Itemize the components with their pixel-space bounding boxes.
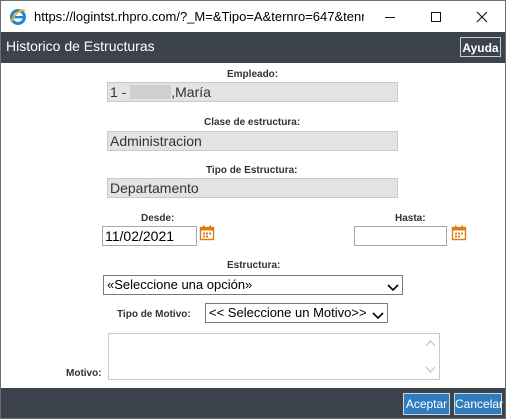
tipo-estructura-field: Departamento	[107, 178, 398, 198]
tipo-estructura-label: Tipo de Estructura:	[206, 165, 298, 176]
empleado-prefix: 1 -	[110, 84, 127, 100]
redacted-name	[130, 85, 172, 99]
form-area: Empleado: 1 - ,María Clase de estructura…	[1, 63, 505, 388]
motivo-label: Motivo:	[66, 368, 102, 379]
motivo-textarea[interactable]	[108, 333, 440, 380]
textarea-scrollbar[interactable]	[422, 334, 439, 379]
tipo-motivo-selected: << Seleccione un Motivo>>	[209, 305, 367, 320]
tipo-motivo-select[interactable]: << Seleccione un Motivo>>	[205, 303, 388, 323]
desde-label: Desde:	[141, 213, 175, 224]
accept-button[interactable]: Aceptar	[403, 393, 450, 415]
tipo-motivo-label: Tipo de Motivo:	[117, 309, 191, 320]
desde-input[interactable]: 11/02/2021	[102, 226, 197, 246]
clase-field: Administracion	[107, 131, 398, 151]
chevron-down-icon	[387, 280, 399, 292]
clase-label: Clase de estructura:	[204, 117, 301, 128]
estructura-label: Estructura:	[227, 260, 281, 271]
title-bar: https://logintst.rhpro.com/?_M=&Tipo=A&t…	[1, 1, 505, 32]
estructura-selected: «Seleccione una opción»	[107, 277, 253, 292]
dialog-window: https://logintst.rhpro.com/?_M=&Tipo=A&t…	[0, 0, 506, 419]
empleado-label: Empleado:	[227, 69, 279, 80]
calendar-icon[interactable]	[451, 225, 467, 241]
empleado-name: ,María	[171, 84, 211, 100]
hasta-label: Hasta:	[395, 213, 426, 224]
hasta-input[interactable]	[354, 226, 447, 246]
maximize-icon[interactable]	[413, 1, 459, 32]
close-icon[interactable]	[459, 1, 505, 32]
empleado-field: 1 - ,María	[107, 82, 398, 102]
cancel-button[interactable]: Cancelar	[454, 393, 503, 415]
page-title: Historico de Estructuras	[6, 38, 155, 54]
page-header: Historico de Estructuras Ayuda	[1, 32, 505, 63]
window-url: https://logintst.rhpro.com/?_M=&Tipo=A&t…	[34, 9, 364, 24]
calendar-icon[interactable]	[199, 225, 215, 241]
chevron-down-icon	[372, 308, 384, 320]
dialog-footer: Aceptar Cancelar	[1, 388, 505, 418]
ie-icon	[9, 8, 27, 26]
help-button[interactable]: Ayuda	[460, 37, 501, 57]
minimize-icon[interactable]	[367, 1, 413, 32]
estructura-select[interactable]: «Seleccione una opción»	[103, 275, 403, 295]
